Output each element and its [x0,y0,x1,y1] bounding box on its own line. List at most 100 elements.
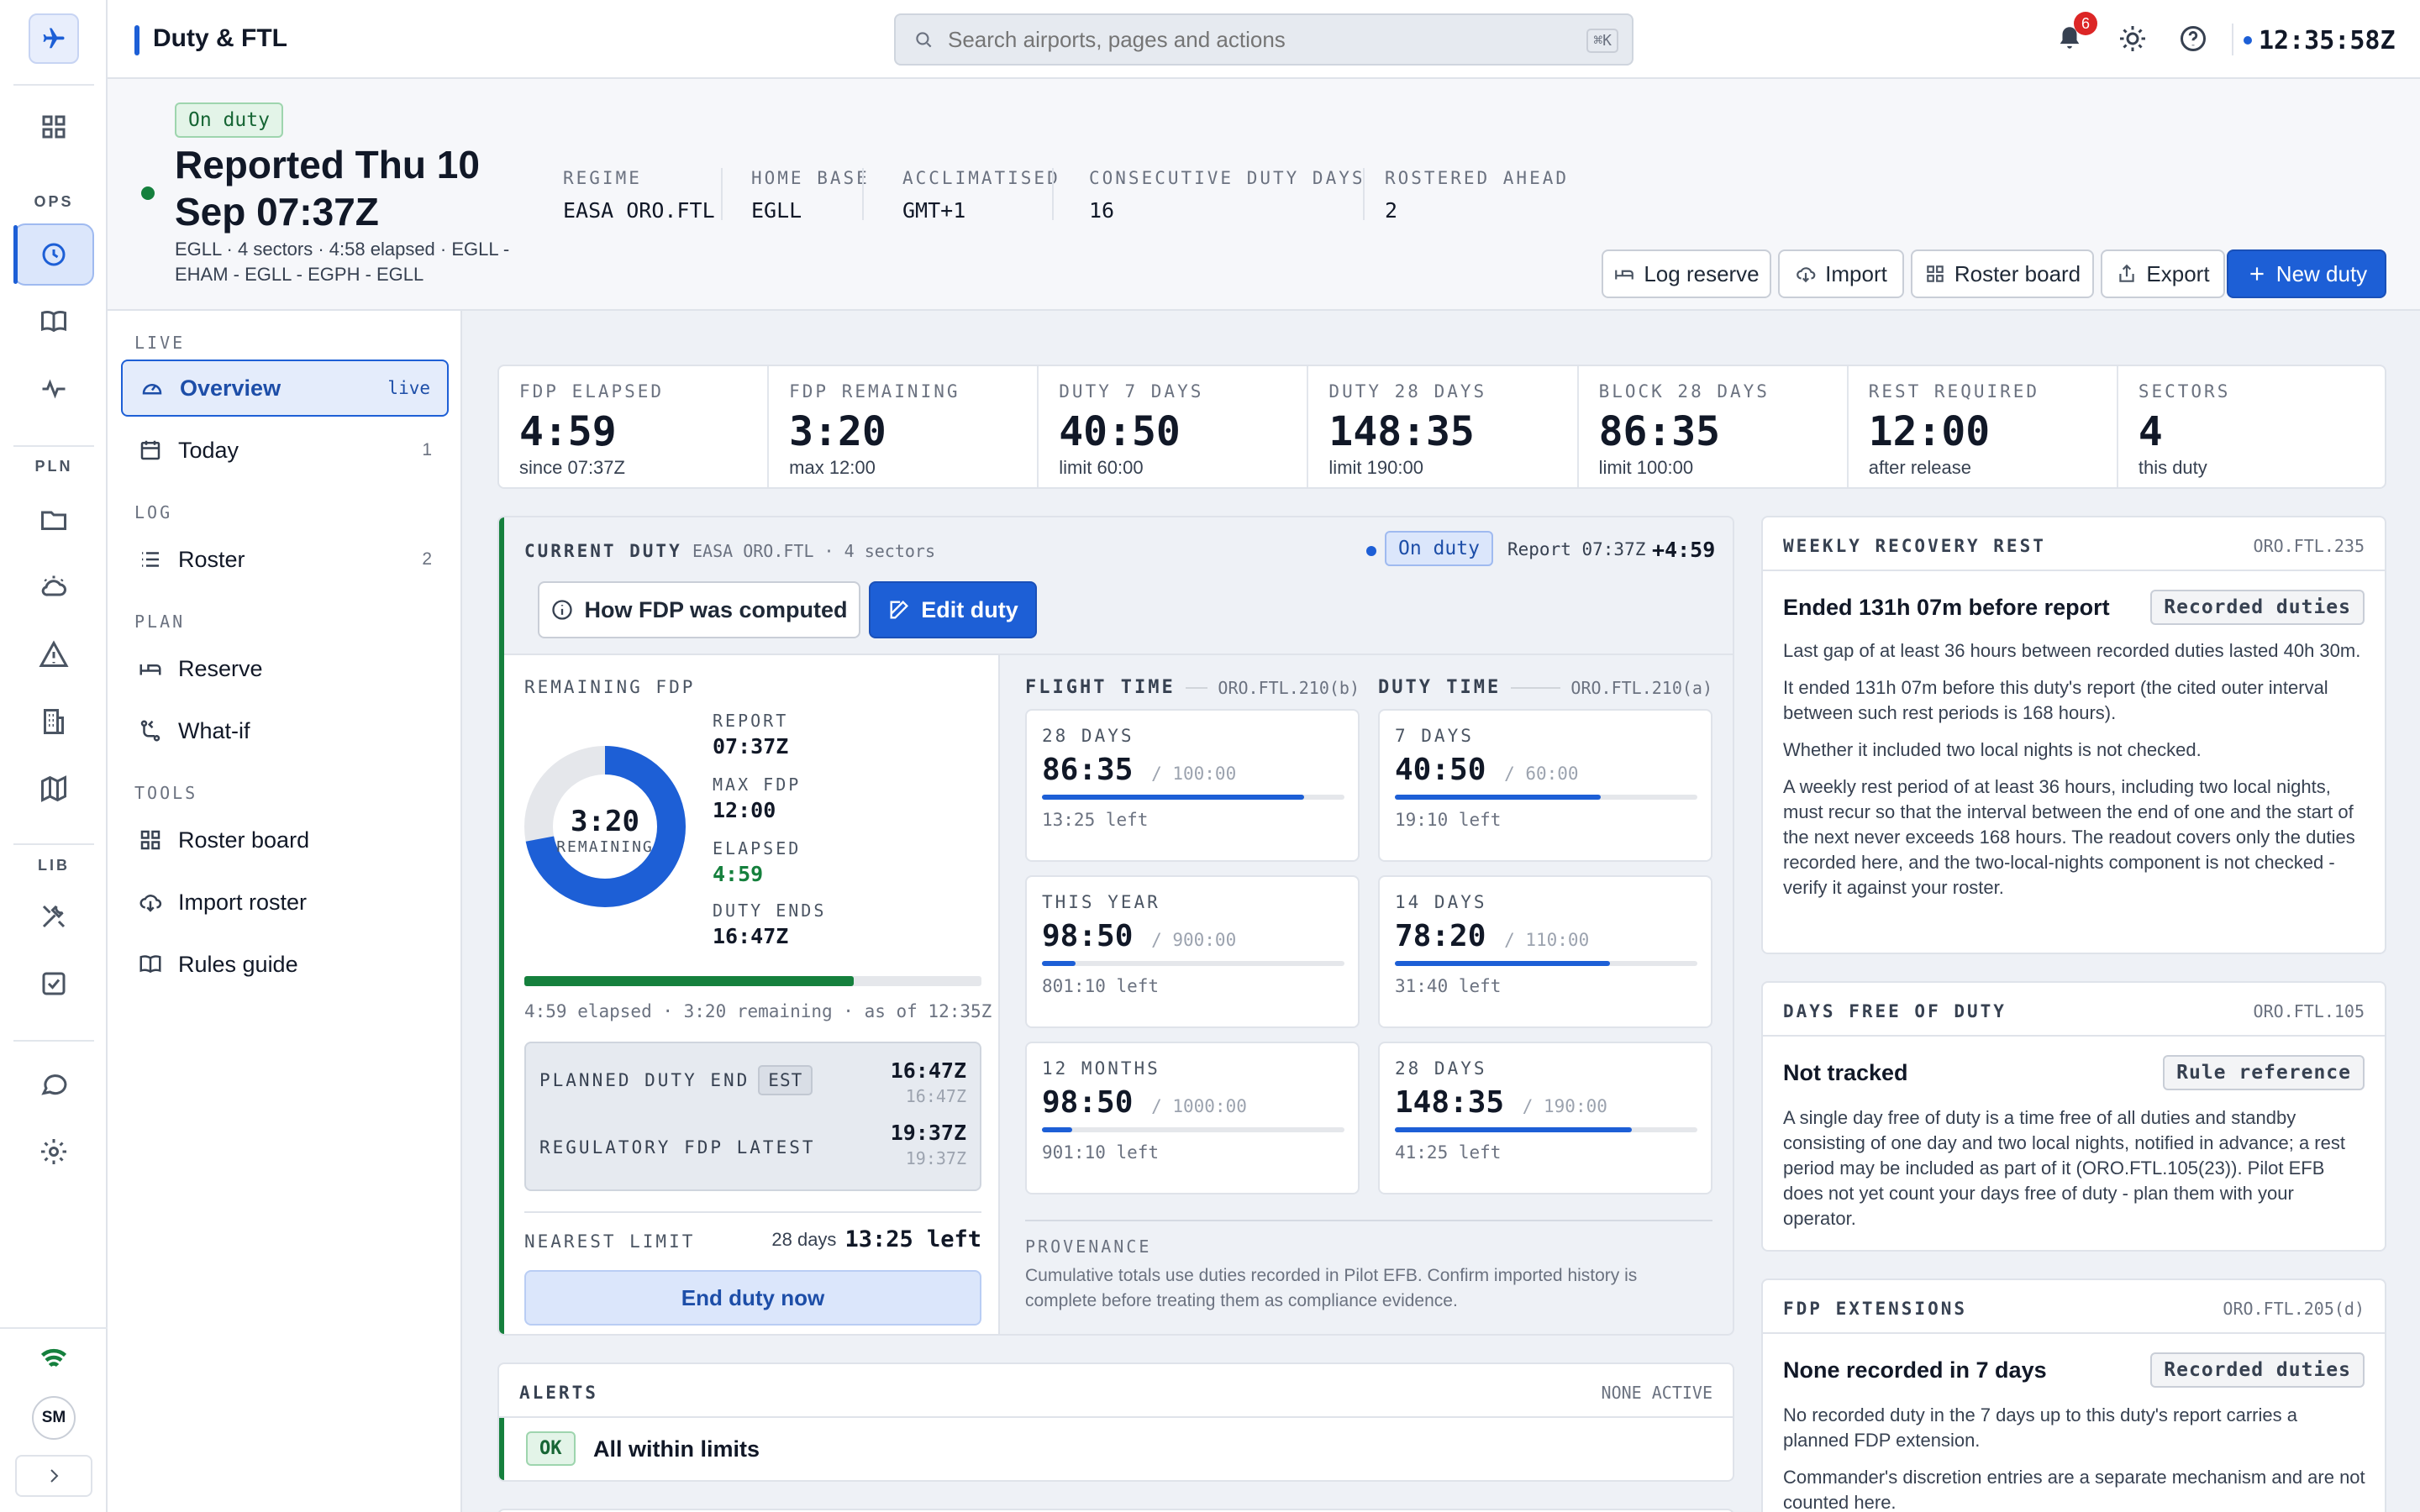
nav-section-log: LOG [134,502,173,522]
cloud-download-icon [1797,267,1816,283]
flight-tile-12-months[interactable]: 12 MONTHS 98:50 / 1000:00 901:10 left [1025,1042,1360,1194]
sidebar-item-overview[interactable]: Overview live [121,360,449,417]
divider [499,1416,1733,1418]
duty-tile-7-days[interactable]: 7 DAYS 40:50 / 60:00 19:10 left [1378,709,1712,862]
folder-icon [41,511,66,530]
fdp-progress-text: 4:59 elapsed · 3:20 remaining · as of 12… [524,1001,992,1021]
theme-toggle[interactable] [2118,24,2148,58]
sidebar-item-reserve[interactable]: Reserve [121,640,449,697]
regulatory-fdp-value: 19:37Z 19:37Z [891,1121,966,1168]
plus-icon [2250,267,2264,281]
export-button[interactable]: Export [2101,249,2225,298]
regulatory-value: 19:37Z [890,1121,966,1145]
tile-value: 98:50 / 900:00 [1042,919,1343,953]
search-input[interactable] [948,26,1586,53]
rule-reference-button[interactable]: Rule reference [2163,1055,2365,1090]
logbook-button[interactable] [13,291,94,353]
stat-value: 12:00 [1868,408,1991,455]
rail-divider [13,1040,94,1042]
tile-progress [1395,1127,1697,1132]
divider [524,1211,981,1213]
sidebar-item-roster[interactable]: Roster 2 [121,531,449,588]
flight-tile-28-days[interactable]: 28 DAYS 86:35 / 100:00 13:25 left [1025,709,1360,862]
new-duty-button[interactable]: New duty [2227,249,2386,298]
stat-label: SECTORS [2138,381,2231,402]
days-free-rule: ORO.FTL.105 [2253,1001,2365,1021]
tile-limit: / 190:00 [1522,1096,1607,1116]
checklist-button[interactable] [13,953,94,1015]
sidebar-item-whatif[interactable]: What-if [121,702,449,759]
sidebar-item-roster-board[interactable]: Roster board [121,811,449,869]
notifications-button[interactable]: 6 [2055,12,2097,57]
pulse-icon [42,379,66,399]
nav-section-plan: PLAN [134,612,186,632]
divider [862,168,864,220]
regulatory-fdp-label: REGULATORY FDP LATEST [539,1137,816,1158]
flight-tile-this-year[interactable]: THIS YEAR 98:50 / 900:00 801:10 left [1025,875,1360,1028]
settings-button[interactable] [13,1121,94,1183]
tile-label: 7 DAYS [1395,726,1474,746]
stat-label: BLOCK 28 DAYS [1598,381,1770,402]
sidebar-item-today[interactable]: Today 1 [121,422,449,479]
ok-badge: OK [526,1431,576,1466]
duty-ftl-button[interactable] [13,223,94,286]
airports-button[interactable] [13,690,94,753]
meta-value: EGLL [751,198,802,223]
divider [1763,570,2385,571]
meta-home-base: HOME BASE EGLL [751,168,870,223]
weekly-p2: It ended 131h 07m before this duty's rep… [1783,677,2328,723]
edit-duty-button[interactable]: Edit duty [869,581,1037,638]
stat-label: FDP REMAINING [789,381,960,402]
recorded-duties-badge: Recorded duties [2150,1352,2365,1388]
avatar[interactable]: SM [32,1396,76,1440]
how-fdp-computed-button[interactable]: How FDP was computed [538,581,860,638]
divider [1763,1332,2385,1334]
icon-rail: OPS PLN LIB SM [0,0,108,1512]
notams-button[interactable] [13,623,94,685]
dashboard-button[interactable] [13,96,94,158]
nearest-limit-value: 28 days 13:25 left [771,1226,981,1252]
status-dot [141,186,155,200]
sidebar-item-label: Overview [180,375,281,401]
activity-button[interactable] [13,358,94,420]
app-logo[interactable] [29,13,79,64]
clock-dot [2244,36,2252,45]
roster-board-label: Roster board [1954,260,2081,286]
days-free-heading: Not tracked [1783,1060,1908,1085]
weather-button[interactable] [13,556,94,618]
planned-sub: 16:47Z [905,1086,966,1106]
map-button[interactable] [13,758,94,820]
remaining-fdp-title: REMAINING FDP [524,677,696,697]
sidebar-item-count: 2 [422,549,432,569]
log-reserve-button[interactable]: Log reserve [1602,249,1771,298]
grid-icon [1927,265,1944,282]
donut-label: REMAINING [556,838,654,856]
meta-label: HOME BASE [751,168,870,188]
roster-board-button[interactable]: Roster board [1911,249,2094,298]
end-duty-button[interactable]: End duty now [524,1270,981,1326]
remaining-fdp-panel: REMAINING FDP 3:20 REMAINING REPORT 07:3… [504,655,998,1334]
stat-value: 4:59 [519,408,617,455]
sidebar-item-label: Today [178,437,239,463]
list-icon [142,552,159,567]
duty-tile-28-days[interactable]: 28 DAYS 148:35 / 190:00 41:25 left [1378,1042,1712,1194]
sidebar-item-import-roster[interactable]: Import roster [121,874,449,931]
search-bar[interactable]: ⌘K [894,13,1634,66]
alert-accent [499,1418,504,1480]
sidebar-item-rules-guide[interactable]: Rules guide [121,936,449,993]
import-button[interactable]: Import [1778,249,1904,298]
expand-rail-button[interactable] [15,1455,92,1497]
folder-button[interactable] [13,489,94,551]
stat-value: 16:47Z [713,924,789,948]
sidebar-item-label: Rules guide [178,951,298,977]
chat-button[interactable] [13,1053,94,1116]
meta-rostered-ahead: ROSTERED AHEAD 2 [1385,168,1569,223]
book-icon [41,311,66,333]
tools-button[interactable] [13,885,94,948]
stat-label: REPORT [713,711,789,731]
duty-tile-14-days[interactable]: 14 DAYS 78:20 / 110:00 31:40 left [1378,875,1712,1028]
grid-icon [42,115,66,139]
help-button[interactable] [2178,24,2208,58]
nav-section-tools: TOOLS [134,783,198,803]
tools-icon [42,905,66,928]
